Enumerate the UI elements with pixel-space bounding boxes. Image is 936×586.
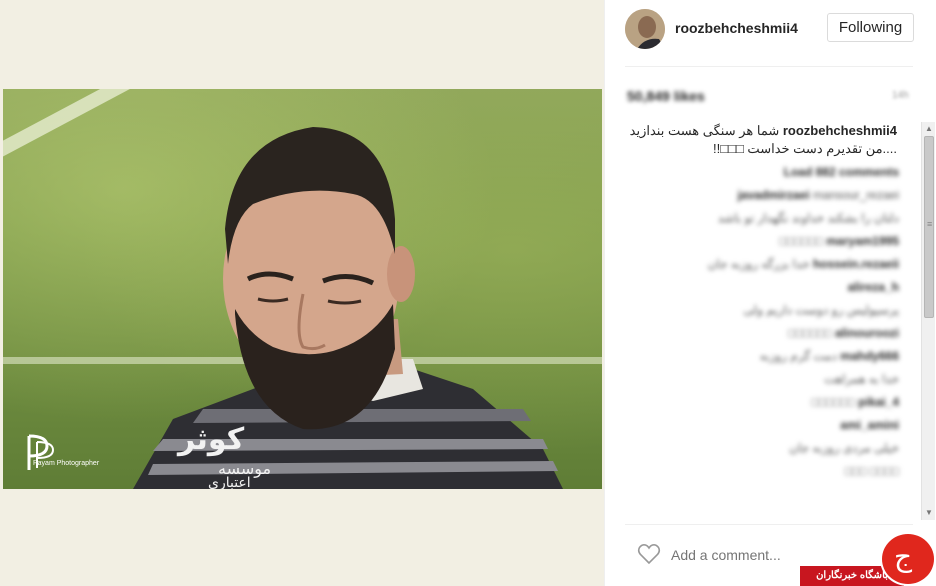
list-item: □□□□ □□□	[625, 462, 899, 480]
comment-text: □□□□□□	[779, 234, 823, 248]
list-item: mahdy666 دمت گرم روزبه	[625, 347, 899, 365]
caption-username[interactable]: roozbehcheshmii4	[783, 123, 897, 138]
list-item: alireza_h	[625, 278, 899, 296]
add-comment-input[interactable]	[671, 545, 841, 565]
comment-text: خدا به همراهت	[824, 372, 899, 386]
username-link[interactable]: roozbehcheshmii4	[675, 20, 798, 36]
list-item: خدا به همراهت	[625, 370, 899, 388]
comment-username[interactable]: javadmirzaei	[738, 188, 810, 202]
comments-list: roozbehcheshmii4 شما هر سنگی هست بندازید…	[625, 120, 917, 520]
photo-column: کوثر موسسه اعتباری Payam Photographer	[0, 0, 604, 586]
heart-icon[interactable]	[637, 543, 661, 565]
comment-text: mansour_rezaei	[812, 188, 899, 202]
post-photo[interactable]: کوثر موسسه اعتباری Payam Photographer	[3, 89, 602, 489]
comment-username[interactable]: hossein.rezaeii	[813, 257, 899, 271]
comment-username[interactable]: alireza_h	[848, 280, 899, 294]
list-item: pikai_4 □□□□□□	[625, 393, 899, 411]
list-item: hossein.rezaeii خدا بزرگه روزبه جان	[625, 255, 899, 273]
comment-username[interactable]: maryam1995	[826, 234, 899, 248]
post-sidebar: roozbehcheshmii4 Following 50,849 likes …	[604, 0, 936, 586]
scroll-up-icon[interactable]: ▲	[924, 123, 934, 135]
list-item: خیلی مردی روزبه جان	[625, 439, 899, 457]
watermark-text: Payam Photographer	[33, 460, 100, 467]
caption: roozbehcheshmii4 شما هر سنگی هست بندازید…	[625, 120, 899, 158]
avatar-icon	[625, 9, 665, 49]
post-time: 14h	[892, 90, 909, 101]
list-item: پرسپولیس رو دوست داریم ولی	[625, 301, 899, 319]
comment-text: خیلی مردی روزبه جان	[789, 441, 899, 455]
comment-text: □□□□□□	[788, 326, 832, 340]
avatar[interactable]	[625, 9, 665, 49]
list-item: javadmirzaei mansour_rezaei	[625, 186, 899, 204]
divider	[625, 66, 913, 67]
comment-text: □□□□ □□□	[844, 464, 899, 478]
list-item: maryam1995 □□□□□□	[625, 232, 899, 250]
comment-text: دلتان را بشکند خداوند نگهدار تو باشد	[717, 211, 899, 225]
list-item: دلتان را بشکند خداوند نگهدار تو باشد	[625, 209, 899, 227]
comments-scrollbar[interactable]: ▲ ≡ ▼	[921, 122, 935, 520]
comment-username[interactable]: pikai_4	[858, 395, 899, 409]
player-figure: کوثر موسسه اعتباری	[133, 127, 563, 489]
comment-username[interactable]: alinouroozi	[835, 326, 899, 340]
comment-text: پرسپولیس رو دوست داریم ولی	[743, 303, 899, 317]
site-logo-icon: ج	[894, 540, 913, 573]
grip-icon: ≡	[927, 219, 933, 229]
comment-text: □□□□□□	[811, 395, 855, 409]
svg-text:اعتباری: اعتباری	[208, 475, 251, 489]
comment-username[interactable]: mahdy666	[840, 349, 899, 363]
post-header: roozbehcheshmii4 Following	[605, 0, 936, 64]
comment-username[interactable]: Load 882 comments	[784, 165, 899, 179]
svg-text:کوثر: کوثر	[176, 422, 245, 457]
scroll-thumb[interactable]: ≡	[924, 136, 934, 318]
list-item: alinouroozi □□□□□□	[625, 324, 899, 342]
list-item: ami_amini	[625, 416, 899, 434]
list-item[interactable]: Load 882 comments	[625, 163, 899, 181]
comment-text: خدا بزرگه روزبه جان	[707, 257, 810, 271]
comment-username[interactable]: ami_amini	[840, 418, 899, 432]
comment-text: دمت گرم روزبه	[759, 349, 837, 363]
likes-count[interactable]: 50,849 likes	[627, 88, 705, 104]
divider	[625, 524, 913, 525]
scroll-down-icon[interactable]: ▼	[924, 507, 934, 519]
following-button[interactable]: Following	[827, 13, 914, 42]
